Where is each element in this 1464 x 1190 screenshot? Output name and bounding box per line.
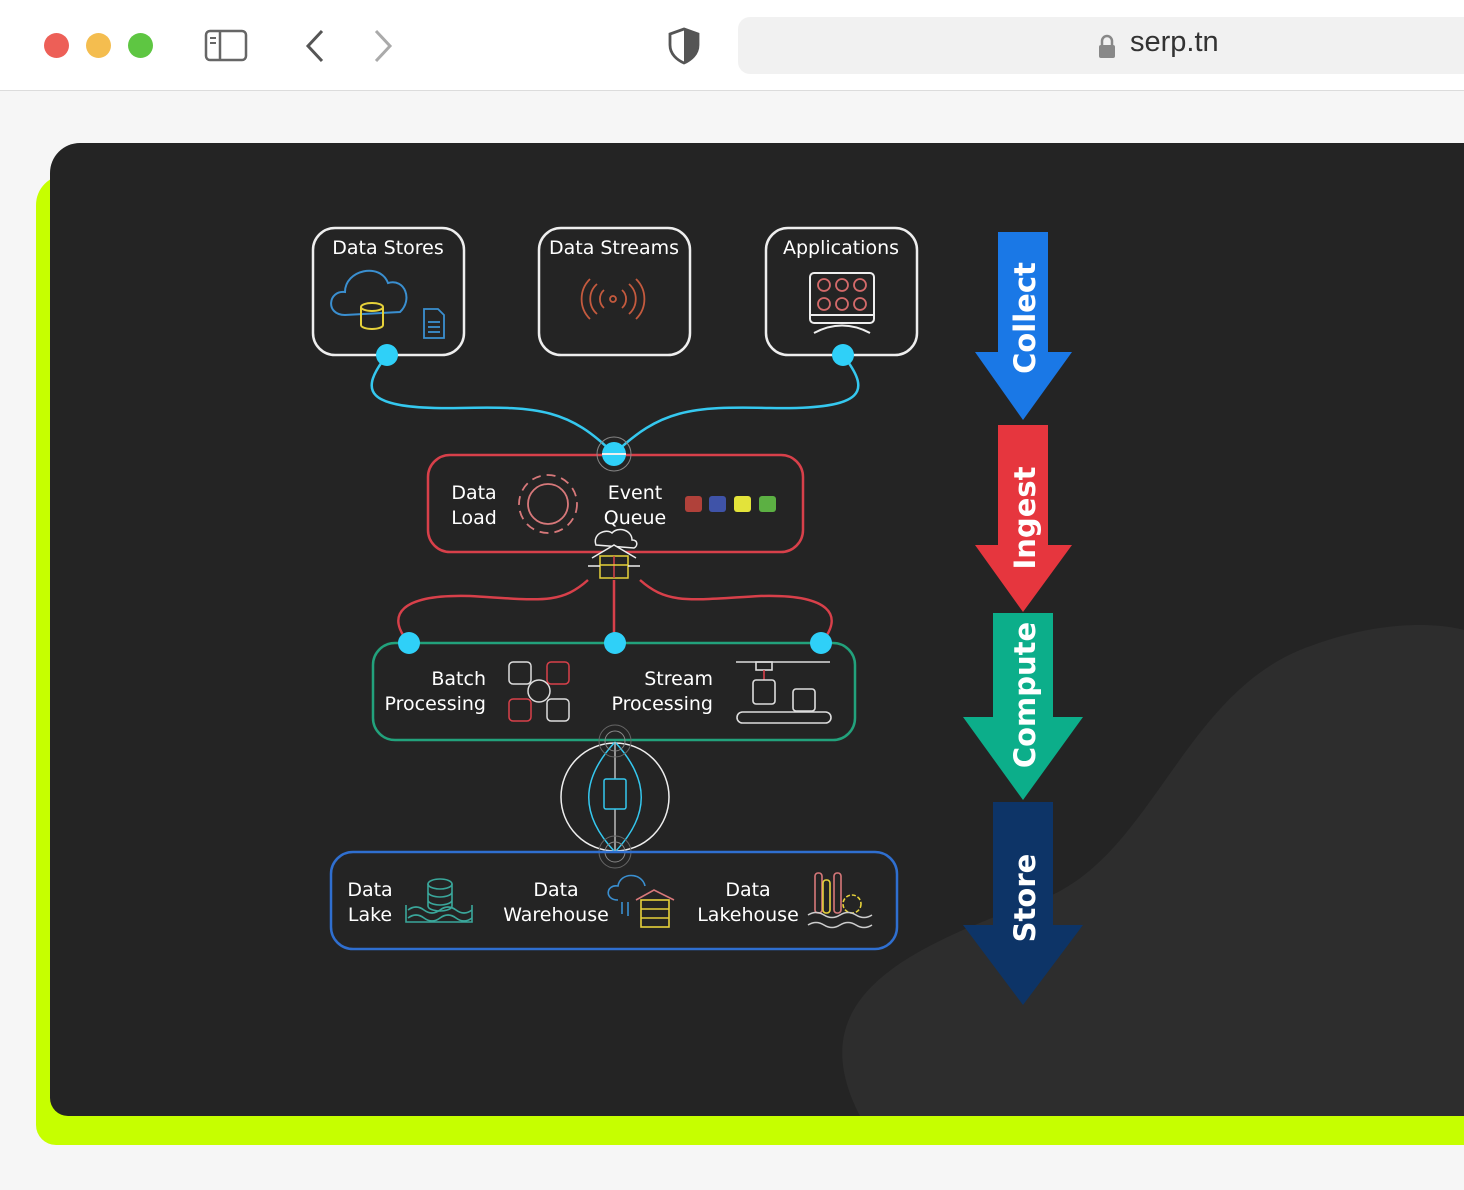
queue-item — [685, 496, 702, 512]
data-load-label: Data — [451, 482, 496, 504]
queue-item — [709, 496, 726, 512]
transform-sphere-icon — [560, 724, 670, 869]
source-data-stores: Data Stores — [311, 226, 466, 357]
batch-processing-label: Batch — [431, 668, 486, 690]
data-lake-icon — [405, 878, 473, 923]
connector-node — [398, 632, 420, 654]
stage-arrow-compute: Compute — [963, 613, 1083, 800]
data-lake-label: Data — [347, 879, 392, 901]
stage-label: Store — [1008, 854, 1042, 943]
data-warehouse-label: Warehouse — [503, 904, 609, 926]
stage-label: Compute — [1008, 622, 1042, 768]
source-label: Applications — [783, 237, 899, 259]
data-pipeline-diagram: Data Stores Data Streams Applications Da… — [311, 226, 1464, 1116]
queue-item — [734, 496, 751, 512]
stage-label: Ingest — [1008, 466, 1042, 569]
stream-processing-label: Processing — [612, 693, 713, 715]
store-box: Data Lake Data Warehouse Data Lakehouse — [329, 850, 899, 951]
data-lakehouse-label: Data — [725, 879, 770, 901]
gear-icon — [518, 474, 578, 534]
broadcast-icon — [580, 278, 646, 320]
event-queue-label: Event — [608, 482, 662, 504]
source-applications: Applications — [764, 226, 919, 357]
batch-processing-label: Processing — [385, 693, 486, 715]
warehouse-hub-icon — [588, 528, 640, 579]
data-load-label: Load — [451, 507, 497, 529]
stage-arrow-collect: Collect — [975, 232, 1072, 420]
document-icon — [423, 308, 445, 339]
connector-node — [376, 344, 398, 366]
source-data-streams: Data Streams — [537, 226, 692, 357]
source-label: Data Stores — [332, 237, 444, 259]
batch-nodes-icon — [508, 661, 570, 722]
app-grid-icon — [809, 272, 875, 334]
hub-gear-icon — [596, 436, 632, 472]
stage-arrow-ingest: Ingest — [975, 425, 1072, 612]
data-warehouse-icon — [607, 874, 675, 928]
conveyor-icon — [736, 661, 832, 724]
data-warehouse-label: Data — [533, 879, 578, 901]
data-lake-label: Lake — [348, 904, 392, 926]
queue-item — [759, 496, 776, 512]
stream-processing-label: Stream — [644, 668, 713, 690]
data-lakehouse-icon — [807, 872, 873, 929]
data-lakehouse-label: Lakehouse — [697, 904, 799, 926]
connector-node — [604, 632, 626, 654]
collect-connectors — [370, 354, 860, 455]
source-label: Data Streams — [549, 237, 679, 259]
cloud-database-icon — [330, 269, 408, 330]
background-shape — [842, 625, 1464, 1116]
connector-node — [810, 632, 832, 654]
event-queue-label: Queue — [604, 507, 666, 529]
stage-label: Collect — [1008, 262, 1042, 374]
connector-node — [832, 344, 854, 366]
